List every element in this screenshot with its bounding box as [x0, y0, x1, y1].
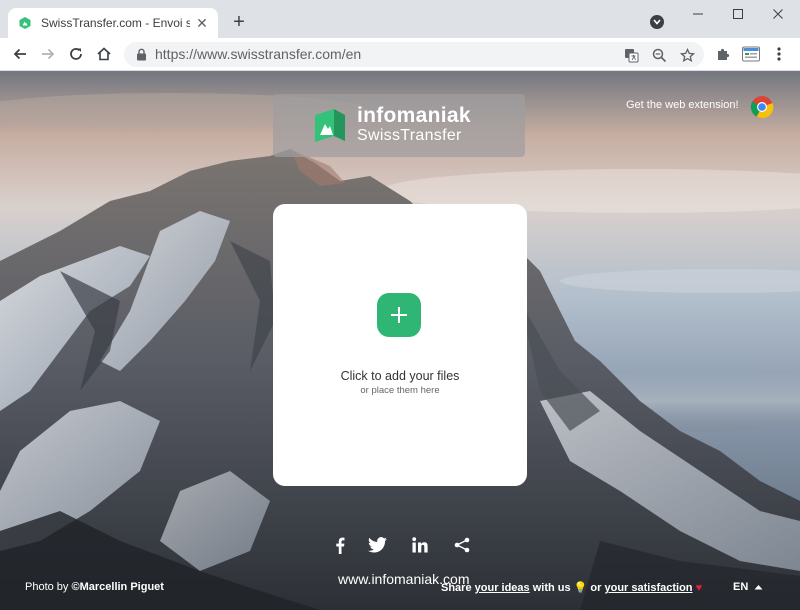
plus-icon	[391, 307, 407, 323]
brand-product: SwissTransfer	[357, 127, 462, 144]
facebook-icon[interactable]	[329, 534, 351, 556]
add-files-button[interactable]	[377, 293, 421, 337]
menu-icon[interactable]	[769, 44, 789, 64]
caret-up-icon	[754, 585, 763, 590]
forward-icon[interactable]	[38, 44, 58, 64]
linkedin-icon[interactable]	[409, 534, 431, 556]
bookmark-star-icon[interactable]	[678, 46, 696, 64]
extensions-icon[interactable]	[713, 44, 733, 64]
heart-icon: ♥	[695, 582, 703, 594]
zoom-icon[interactable]	[650, 46, 668, 64]
tab-close-icon[interactable]: ✕	[194, 15, 210, 31]
photo-credit: Photo by ©Marcellin Piguet	[25, 581, 164, 593]
feedback-links: Share your ideas with us 💡 or your satis…	[441, 581, 702, 594]
upload-subtitle: or place them here	[360, 385, 440, 396]
upload-dropzone[interactable]: Click to add your files or place them he…	[273, 204, 527, 486]
browser-toolbar: https://www.swisstransfer.com/en	[0, 38, 800, 71]
lightbulb-icon: 💡	[573, 582, 588, 594]
translate-icon[interactable]	[622, 46, 640, 64]
minimize-icon[interactable]	[689, 5, 707, 23]
page-viewport: infomaniak SwissTransfer Get the web ext…	[0, 71, 800, 610]
tab-title: SwissTransfer.com - Envoi sécu	[41, 16, 190, 30]
brand-name: infomaniak	[357, 104, 471, 127]
maximize-icon[interactable]	[729, 5, 747, 23]
with-us-text: with us	[529, 582, 574, 594]
tab-search-icon[interactable]	[650, 15, 664, 29]
browser-tab[interactable]: SwissTransfer.com - Envoi sécu ✕	[8, 8, 218, 38]
your-ideas-link[interactable]: your ideas	[475, 582, 530, 594]
photographer-link[interactable]: ©Marcellin Piguet	[71, 581, 163, 593]
url-text[interactable]: https://www.swisstransfer.com/en	[155, 46, 361, 62]
address-bar[interactable]: https://www.swisstransfer.com/en	[124, 42, 704, 67]
close-window-icon[interactable]	[769, 5, 787, 23]
your-satisfaction-link[interactable]: your satisfaction	[605, 582, 693, 594]
or-text: or	[587, 582, 605, 594]
twitter-icon[interactable]	[366, 534, 388, 556]
home-icon[interactable]	[94, 44, 114, 64]
lock-icon[interactable]	[136, 48, 147, 61]
upload-title: Click to add your files	[340, 369, 460, 383]
favicon-icon	[19, 17, 31, 29]
share-text: Share	[441, 582, 475, 594]
share-icon[interactable]	[451, 534, 473, 556]
tab-strip: SwissTransfer.com - Envoi sécu ✕ +	[0, 0, 800, 38]
chrome-icon[interactable]	[750, 95, 774, 119]
language-selector[interactable]: EN	[733, 581, 763, 593]
brand-logo-link[interactable]: infomaniak SwissTransfer	[273, 94, 525, 157]
profile-icon[interactable]	[741, 44, 761, 64]
web-extension-link[interactable]: Get the web extension!	[626, 99, 739, 111]
language-label: EN	[733, 581, 749, 593]
new-tab-icon[interactable]: +	[230, 12, 248, 32]
reload-icon[interactable]	[66, 44, 86, 64]
back-icon[interactable]	[10, 44, 30, 64]
swisstransfer-logo-icon	[315, 109, 345, 142]
photo-credit-prefix: Photo by	[25, 581, 72, 593]
